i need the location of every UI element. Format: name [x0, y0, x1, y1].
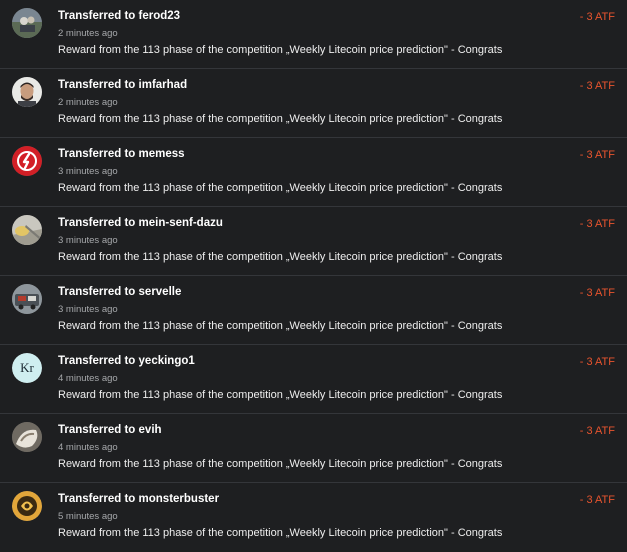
transfer-row: Transferred to servelle 3 minutes ago Re…: [0, 276, 627, 345]
transfer-amount: - 3 ATF: [579, 287, 615, 299]
transfer-memo: Reward from the 113 phase of the competi…: [58, 44, 503, 56]
avatar-servelle[interactable]: [12, 284, 42, 314]
transfer-amount: - 3 ATF: [579, 425, 615, 437]
avatar-mein-senf-dazu[interactable]: [12, 215, 42, 245]
transfer-title[interactable]: Transferred to evih: [58, 424, 162, 436]
avatar-imfarhad[interactable]: [12, 77, 42, 107]
transfer-title[interactable]: Transferred to memess: [58, 148, 185, 160]
transfer-memo: Reward from the 113 phase of the competi…: [58, 320, 503, 332]
transfer-amount: - 3 ATF: [579, 149, 615, 161]
transfer-title[interactable]: Transferred to ferod23: [58, 10, 180, 22]
transfer-row: Transferred to evih 4 minutes ago Reward…: [0, 414, 627, 483]
transfer-amount: - 3 ATF: [579, 11, 615, 23]
transfer-memo: Reward from the 113 phase of the competi…: [58, 182, 503, 194]
transfer-memo: Reward from the 113 phase of the competi…: [58, 113, 503, 125]
avatar-ferod23[interactable]: [12, 8, 42, 38]
avatar-evih[interactable]: [12, 422, 42, 452]
transfer-memo: Reward from the 113 phase of the competi…: [58, 458, 503, 470]
transfer-amount: - 3 ATF: [579, 80, 615, 92]
transfer-amount: - 3 ATF: [579, 494, 615, 506]
transfer-time: 3 minutes ago: [58, 304, 118, 315]
transfer-title[interactable]: Transferred to monsterbuster: [58, 493, 219, 505]
transfer-row: Transferred to ferod23 2 minutes ago Rew…: [0, 0, 627, 69]
transfer-time: 2 minutes ago: [58, 97, 118, 108]
transfer-amount: - 3 ATF: [579, 218, 615, 230]
transfer-amount: - 3 ATF: [579, 356, 615, 368]
transfer-row: Transferred to imfarhad 2 minutes ago Re…: [0, 69, 627, 138]
transfer-time: 3 minutes ago: [58, 166, 118, 177]
transfer-feed: Transferred to ferod23 2 minutes ago Rew…: [0, 0, 627, 547]
transfer-time: 4 minutes ago: [58, 373, 118, 384]
transfer-memo: Reward from the 113 phase of the competi…: [58, 527, 503, 539]
avatar-monsterbuster[interactable]: [12, 491, 42, 521]
avatar-yeckingo1[interactable]: Kr: [12, 353, 42, 383]
transfer-memo: Reward from the 113 phase of the competi…: [58, 251, 503, 263]
transfer-title[interactable]: Transferred to servelle: [58, 286, 181, 298]
transfer-row: Transferred to monsterbuster 5 minutes a…: [0, 483, 627, 552]
transfer-title[interactable]: Transferred to imfarhad: [58, 79, 187, 91]
transfer-memo: Reward from the 113 phase of the competi…: [58, 389, 503, 401]
transfer-time: 2 minutes ago: [58, 28, 118, 39]
transfer-row: Transferred to memess 3 minutes ago Rewa…: [0, 138, 627, 207]
transfer-time: 5 minutes ago: [58, 511, 118, 522]
transfer-title[interactable]: Transferred to yeckingo1: [58, 355, 195, 367]
transfer-title[interactable]: Transferred to mein-senf-dazu: [58, 217, 223, 229]
transfer-row: Transferred to mein-senf-dazu 3 minutes …: [0, 207, 627, 276]
avatar-memess[interactable]: [12, 146, 42, 176]
avatar-initials: Kr: [20, 360, 34, 375]
transfer-time: 4 minutes ago: [58, 442, 118, 453]
transfer-row: Kr Transferred to yeckingo1 4 minutes ag…: [0, 345, 627, 414]
transfer-time: 3 minutes ago: [58, 235, 118, 246]
